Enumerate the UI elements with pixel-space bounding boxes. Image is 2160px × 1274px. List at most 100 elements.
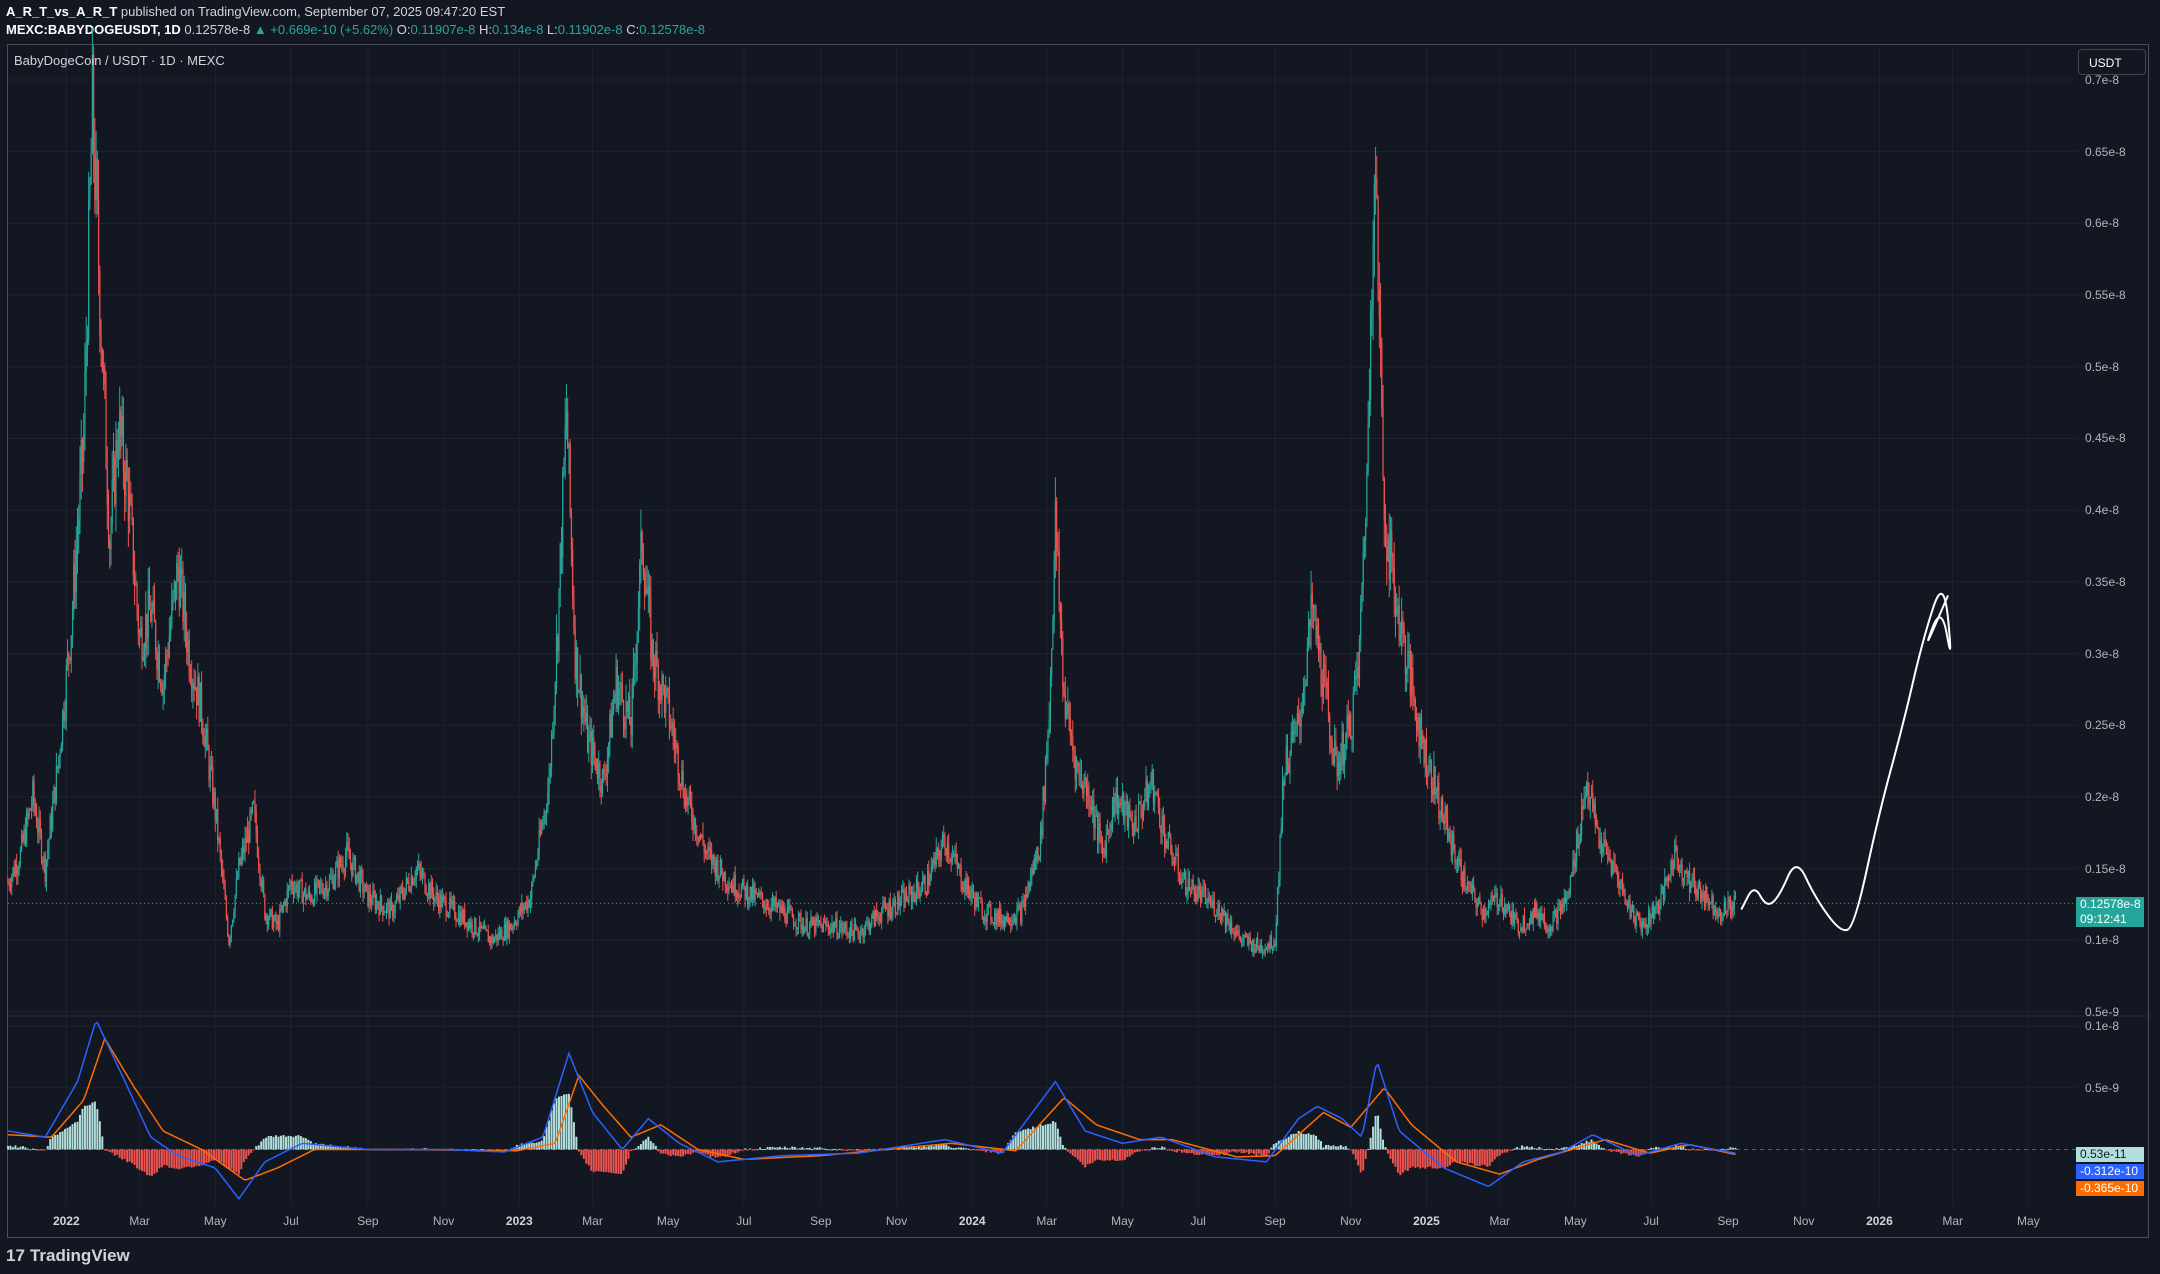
candle-body	[613, 702, 615, 711]
candle-body	[348, 848, 350, 860]
candle-body	[1288, 764, 1290, 773]
macd-histogram-bar	[1104, 1149, 1107, 1161]
macd-histogram-bar	[1434, 1149, 1437, 1169]
candle-body	[439, 894, 441, 911]
candle-body	[519, 907, 522, 913]
macd-histogram-bar	[1061, 1145, 1064, 1150]
macd-histogram-bar	[1508, 1149, 1511, 1151]
candle-body	[1278, 878, 1280, 888]
candle-body	[1257, 938, 1259, 947]
price-tag: 0.12578e-8 09:12:41	[2076, 897, 2144, 927]
candle-body	[282, 904, 285, 906]
macd-histogram-bar	[118, 1149, 121, 1158]
candle-body	[97, 199, 100, 273]
candle-body	[823, 921, 826, 923]
candle-body	[48, 839, 50, 850]
candle-body	[1159, 807, 1161, 826]
candle-body	[361, 870, 363, 875]
macd-histogram-bar	[1074, 1149, 1077, 1158]
candle-body	[1183, 871, 1186, 879]
price-tick-label: 0.7e-8	[2085, 73, 2120, 87]
candle-body	[1443, 816, 1445, 824]
candle-body	[877, 915, 879, 917]
candle-body	[1439, 816, 1441, 818]
macd-histogram-bar	[1377, 1115, 1380, 1150]
candle-body	[634, 665, 636, 667]
candle-body	[1636, 912, 1639, 914]
candle-body	[363, 891, 365, 894]
candle-body	[1258, 946, 1260, 952]
candle-body	[408, 881, 410, 890]
macd-histogram-bar	[947, 1146, 950, 1150]
candle-body	[1408, 650, 1410, 652]
macd-histogram-bar	[739, 1149, 742, 1152]
candle-body	[1120, 803, 1122, 805]
candle-body	[1494, 895, 1496, 902]
candle-body	[1320, 643, 1322, 683]
time-tick-label: Mar	[129, 1214, 150, 1228]
candle-body	[1142, 806, 1145, 817]
candle-body	[991, 920, 993, 923]
macd-histogram-bar	[1597, 1144, 1600, 1150]
macd-histogram-bar	[585, 1149, 588, 1164]
macd-histogram-bar	[637, 1146, 640, 1150]
candle-body	[1469, 883, 1471, 885]
candle-body	[1422, 735, 1424, 743]
tradingview-logo[interactable]: 17 TradingView	[6, 1246, 130, 1266]
candle-body	[1619, 883, 1621, 889]
candle-body	[1248, 938, 1250, 946]
macd-histogram-bar	[1079, 1149, 1082, 1162]
candle-body	[699, 835, 702, 838]
macd-histogram-bar	[791, 1146, 794, 1150]
candle-body	[486, 929, 488, 932]
candle-body	[1652, 905, 1655, 919]
candle-body	[738, 892, 740, 897]
candle-body	[637, 608, 640, 634]
macd-histogram-bar	[9, 1145, 12, 1150]
candle-body	[338, 858, 340, 879]
candle-body	[1572, 859, 1574, 876]
candle-body	[259, 865, 261, 880]
macd-histogram-bar	[629, 1149, 632, 1152]
candle-body	[372, 891, 374, 905]
candle-body	[1650, 917, 1652, 924]
price-tick-label: 0.25e-8	[2085, 718, 2126, 733]
macd-histogram-bar	[558, 1096, 561, 1150]
chart-legend[interactable]: BabyDogeCoin / USDT · 1D · MEXC	[14, 53, 225, 68]
candle-body	[1648, 911, 1650, 929]
candle-body	[383, 912, 385, 915]
macd-histogram-bar	[915, 1147, 918, 1150]
macd-histogram-bar	[632, 1149, 635, 1151]
candle-body	[1145, 780, 1147, 800]
candle-body	[1578, 843, 1580, 849]
candle-body	[800, 916, 802, 930]
candle-body	[946, 843, 949, 856]
macd-histogram-bar	[1466, 1149, 1469, 1164]
candle-body	[1564, 896, 1567, 904]
candle-body	[436, 892, 438, 900]
macd-histogram-bar	[1161, 1146, 1164, 1150]
candle-body	[93, 54, 95, 153]
candle-body	[296, 884, 298, 896]
candle-body	[474, 918, 476, 934]
macd-histogram-bar	[1540, 1148, 1543, 1150]
candle-body	[210, 765, 213, 768]
candle-body	[1424, 738, 1426, 763]
candle-body	[256, 834, 259, 857]
candle-body	[292, 888, 295, 895]
candle-body	[596, 771, 599, 779]
candle-body	[859, 932, 862, 939]
candle-body	[1201, 888, 1203, 902]
candle-body	[1353, 678, 1356, 694]
currency-button[interactable]: USDT	[2078, 49, 2146, 75]
macd-histogram-bar	[771, 1146, 774, 1150]
chart-canvas[interactable]	[0, 0, 2160, 1274]
macd-histogram-bar	[761, 1149, 764, 1151]
candle-body	[554, 683, 556, 709]
candle-body	[1082, 785, 1084, 794]
candle-body	[828, 929, 831, 933]
candle-body	[158, 651, 161, 682]
candle-body	[1300, 712, 1302, 727]
macd-histogram-bar	[29, 1149, 32, 1151]
candle-body	[52, 803, 54, 830]
